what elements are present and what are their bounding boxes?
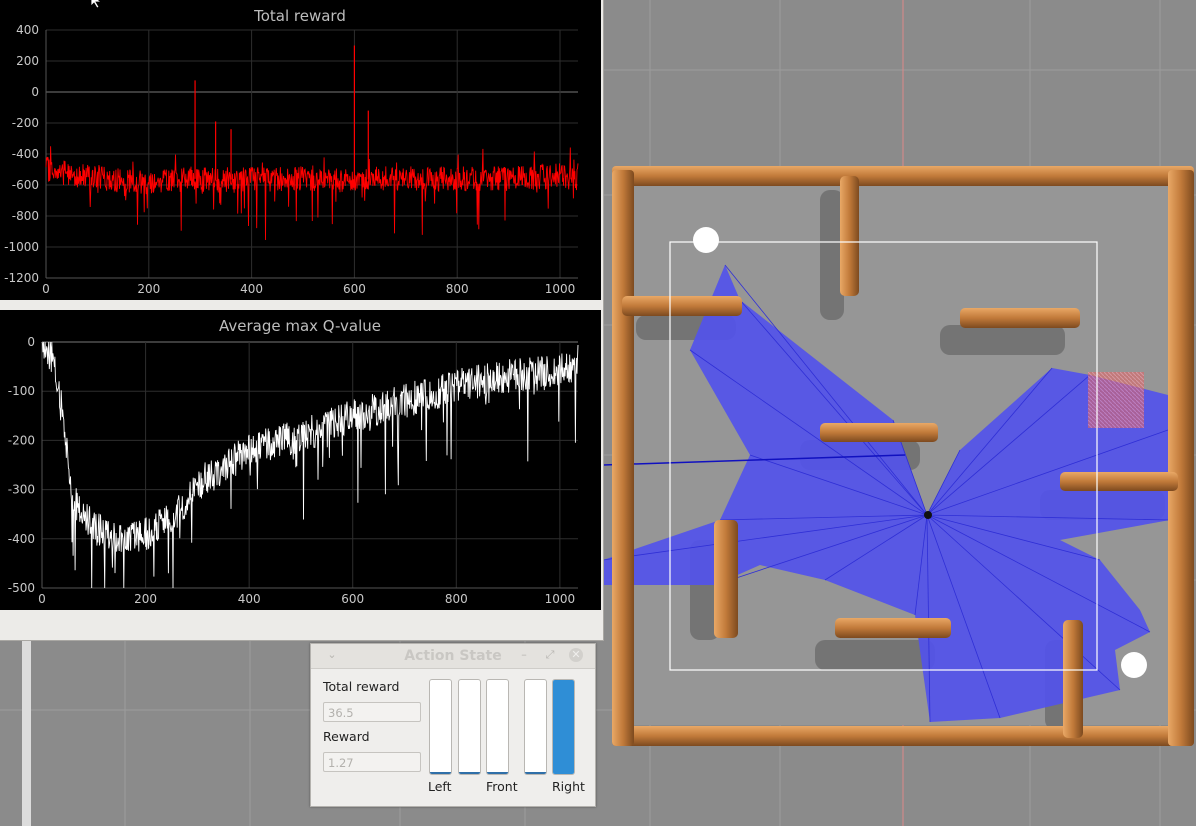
x-tick-label: 200 (137, 282, 160, 296)
robot[interactable] (924, 511, 932, 519)
close-icon[interactable]: ✕ (569, 648, 583, 662)
y-tick-label: -600 (12, 178, 39, 192)
mouse-cursor-icon (90, 0, 103, 9)
y-tick-label: -500 (8, 581, 35, 595)
action-bar-left-front (458, 679, 481, 775)
x-tick-label: 0 (42, 282, 50, 296)
y-tick-label: 0 (31, 85, 39, 99)
total-reward-chart: Total reward 400 200 0 -200 -400 -600 -800 -1000… (4, 7, 579, 296)
action-bar-fill (459, 772, 480, 774)
light-marker-top[interactable] (693, 227, 719, 253)
action-bar-fill (525, 772, 546, 774)
x-tick-label: 400 (238, 592, 261, 606)
y-tick-label: -1000 (4, 240, 39, 254)
y-tick-label: -400 (8, 532, 35, 546)
x-tick-label: 200 (134, 592, 157, 606)
series-line (41, 341, 579, 589)
chart-title: Average max Q-value (219, 317, 381, 335)
q-value-plot: Average max Q-value 0 -100 -200 -300 -400 -500… (0, 310, 601, 610)
y-tick-label: -200 (12, 116, 39, 130)
x-tick-label: 0 (38, 592, 46, 606)
bar-label-front: Front (486, 779, 518, 794)
y-tick-label: 200 (16, 54, 39, 68)
y-tick-label: -200 (8, 433, 35, 447)
plot-window: Total reward 400 200 0 -200 -400 -600 -800 -1000… (0, 0, 604, 641)
title-bar[interactable]: ⌄ Action State – ⤢ ✕ (311, 644, 595, 669)
y-tick-label: -1200 (4, 271, 39, 285)
y-tick-label: -800 (12, 209, 39, 223)
bar-label-left: Left (428, 779, 452, 794)
reward-label: Reward (323, 729, 370, 744)
y-tick-label: -300 (8, 483, 35, 497)
action-bar-fill (553, 680, 574, 774)
action-bar-front (486, 679, 509, 775)
total-reward-field[interactable]: 36.5 (323, 702, 421, 722)
series-line (45, 146, 579, 241)
y-tick-label: 400 (16, 23, 39, 37)
x-tick-label: 1000 (545, 592, 576, 606)
y-tick-label: -100 (8, 384, 35, 398)
x-tick-label: 400 (240, 282, 263, 296)
light-marker-bottom[interactable] (1121, 652, 1147, 678)
action-state-window: ⌄ Action State – ⤢ ✕ Total reward 36.5 R… (310, 643, 596, 807)
bar-label-right: Right (552, 779, 585, 794)
action-bar-right-front (524, 679, 547, 775)
total-reward-plot: Total reward 400 200 0 -200 -400 -600 -800 -1000… (0, 0, 601, 300)
gray-post (22, 640, 31, 826)
action-bar-right (552, 679, 575, 775)
x-tick-label: 800 (445, 592, 468, 606)
chart-title: Total reward (253, 7, 346, 25)
maximize-icon[interactable]: ⤢ (543, 648, 557, 662)
x-tick-label: 600 (341, 592, 364, 606)
x-tick-label: 600 (343, 282, 366, 296)
minimize-icon[interactable]: – (517, 648, 531, 662)
y-tick-label: -400 (12, 147, 39, 161)
action-bar-fill (430, 772, 451, 774)
reward-field[interactable]: 1.27 (323, 752, 421, 772)
action-bar-left (429, 679, 452, 775)
y-tick-label: 0 (27, 335, 35, 349)
action-bar-fill (487, 772, 508, 774)
q-value-chart: Average max Q-value 0 -100 -200 -300 -400 -500… (8, 317, 579, 606)
x-tick-label: 1000 (545, 282, 576, 296)
total-reward-label: Total reward (323, 679, 400, 694)
x-tick-label: 800 (446, 282, 469, 296)
